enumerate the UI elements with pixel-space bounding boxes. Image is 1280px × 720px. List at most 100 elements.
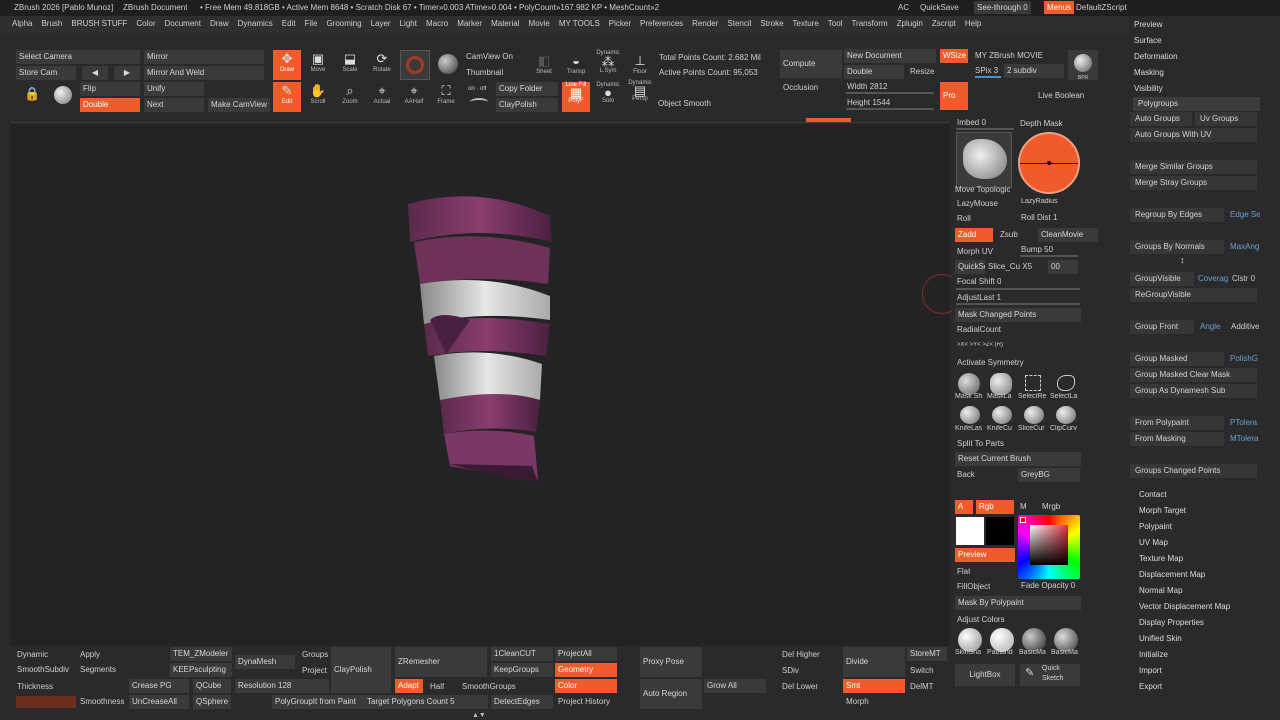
stroke-thumbnail[interactable] [1018,132,1080,194]
polypaint-section[interactable]: Polypaint [1139,522,1172,531]
draw-mode-button[interactable]: ✥ Draw [273,50,301,80]
contact-section[interactable]: Contact [1139,490,1167,499]
spix-slider[interactable]: SPix 3 [975,66,998,75]
edit-mode-button[interactable]: ✎ Edit [273,82,301,112]
merge-similar-button[interactable]: Merge Similar Groups [1130,160,1257,174]
menu-item[interactable]: Grooming [326,19,361,28]
select-camera-button[interactable]: Select Camera [16,50,140,64]
claypolish-bottom-button[interactable]: ClayPolish [331,647,391,693]
mirror-button[interactable]: Mirror [144,50,264,64]
mask-brush-icon[interactable] [958,373,980,395]
deformation-section[interactable]: Deformation [1134,52,1178,61]
zoom-button[interactable]: ⌕ Zoom [336,82,364,112]
lsym-button[interactable]: Dynamic ⁂ L.Sym [594,50,622,80]
morph-slider[interactable]: Morph [846,697,869,706]
occlusion-button[interactable]: Occlusion [783,83,818,92]
menu-item[interactable]: BRUSH STUFF [71,19,127,28]
menu-item[interactable]: Zplugin [897,19,923,28]
morph-target-section[interactable]: Morph Target [1139,506,1186,515]
selectrect-icon[interactable] [1025,375,1041,391]
smt-toggle[interactable]: Smt [843,679,905,693]
menu-item[interactable]: Document [165,19,201,28]
color-picker-square[interactable] [1030,525,1068,565]
masklasso-icon[interactable] [990,373,1012,395]
knifecurve-icon[interactable] [992,406,1012,424]
slicecurve-icon[interactable] [1024,406,1044,424]
tem-zmodeler-button[interactable]: TEM_ZModeler [170,647,232,661]
vector-displacement-section[interactable]: Vector Displacement Map [1139,602,1230,611]
menu-item[interactable]: Stencil [727,19,751,28]
texture-map-section[interactable]: Texture Map [1139,554,1183,563]
bump-slider-bar[interactable] [1020,255,1078,257]
zsub-button[interactable]: Zsub [1000,230,1018,239]
aahalf-button[interactable]: ⌖ AAHalf [400,82,428,112]
auto-groups-uv-button[interactable]: Auto Groups With UV [1130,128,1257,142]
preview-section[interactable]: Preview [1134,20,1162,29]
polygroupit-button[interactable]: PolyGroupIt from Paint [272,695,366,709]
bump-slider[interactable]: Bump 50 [1021,245,1053,254]
double-button[interactable]: Double [80,98,140,112]
keepsculpting-button[interactable]: KEEPsculpting [170,663,232,677]
new-document-button[interactable]: New Document [844,49,936,63]
subdiv-button[interactable]: 2 subdiv [1004,64,1064,78]
zremesher-button[interactable]: ZRemesher [395,647,487,677]
orange-bar[interactable] [16,696,76,708]
next-button[interactable]: Next [144,98,204,112]
pro-button[interactable]: Pro [940,82,968,110]
half-toggle[interactable]: Half [430,682,444,691]
width-slider-bar[interactable] [846,92,934,94]
menu-item[interactable]: Material [491,19,519,28]
main-color-swatch[interactable] [956,517,984,545]
proxy-pose-button[interactable]: Proxy Pose [640,647,702,677]
menu-item[interactable]: File [305,19,318,28]
spix-slider-bar[interactable] [975,76,1001,78]
groups-by-normals-button[interactable]: Groups By Normals [1130,240,1224,254]
back-button[interactable]: Back [957,470,975,479]
make-camview-button[interactable]: Make CamView [208,98,270,112]
groups-toggle[interactable]: Groups [302,650,328,659]
dynamic-button[interactable]: Dynamic [17,650,48,659]
from-polypaint-button[interactable]: From Polypaint [1130,416,1224,430]
brush-thumbnail-large[interactable] [956,132,1012,188]
bpr-button[interactable]: BPR [1068,50,1098,81]
canvas-viewport[interactable] [10,124,962,646]
group-front-button[interactable]: Group Front [1130,320,1194,334]
menu-item[interactable]: Layer [371,19,391,28]
qsphere-button[interactable]: QSphere [193,695,231,709]
masking-section[interactable]: Masking [1134,68,1164,77]
quicksave-button[interactable]: QuickSave [920,3,959,12]
resize-button[interactable]: Resize [910,67,934,76]
rgb-toggle[interactable]: Rgb [976,500,1014,514]
alpha-toggle[interactable]: A [955,500,973,514]
menu-item[interactable]: Zscript [932,19,956,28]
menu-item[interactable]: Edit [282,19,296,28]
roll-dist-slider[interactable]: Roll Dist 1 [1021,213,1057,222]
quicksc-button[interactable]: QuickSc [955,260,985,274]
cleanmovie-button[interactable]: CleanMovie [1038,228,1098,242]
unify-button[interactable]: Unify [144,82,204,96]
displacement-map-section[interactable]: Displacement Map [1139,570,1205,579]
storemt-button[interactable]: StoreMT [907,647,947,661]
menu-item[interactable]: Transform [851,19,887,28]
cluster-slider[interactable]: Clstr 0 [1232,274,1260,283]
menu-item[interactable]: Stroke [760,19,783,28]
fillobject-button[interactable]: FillObject [957,582,990,591]
regroupvisible-button[interactable]: ReGroupVisible [1130,288,1257,302]
sphere-icon[interactable] [54,86,72,104]
mrgb-toggle[interactable]: Mrgb [1042,502,1060,511]
project-history-button[interactable]: Project History [558,697,610,706]
adjust-colors-button[interactable]: Adjust Colors [957,615,1005,624]
adjustlast-slider[interactable]: AdjustLast 1 [957,293,1001,302]
expand-tray-icon[interactable]: ▲▼ [472,712,486,719]
symmetry-axes[interactable]: >X< >Y< >Z< (R) [957,342,1003,348]
lightbox-button[interactable]: LightBox [955,664,1015,686]
thickness-slider[interactable]: Thickness [17,682,53,691]
sheet-button[interactable]: ◧ Sheet [530,52,558,82]
greybg-button[interactable]: GreyBG [1018,468,1080,482]
uv-groups-button[interactable]: Uv Groups [1195,112,1257,126]
claypolish-sphere-icon[interactable] [438,54,458,74]
menus-button[interactable]: Menus [1044,1,1075,14]
crease-pg-button[interactable]: Crease PG [129,679,189,693]
smoothness-slider[interactable]: Smoothness [80,697,124,706]
dynamesh-button[interactable]: DynaMesh [235,655,295,669]
